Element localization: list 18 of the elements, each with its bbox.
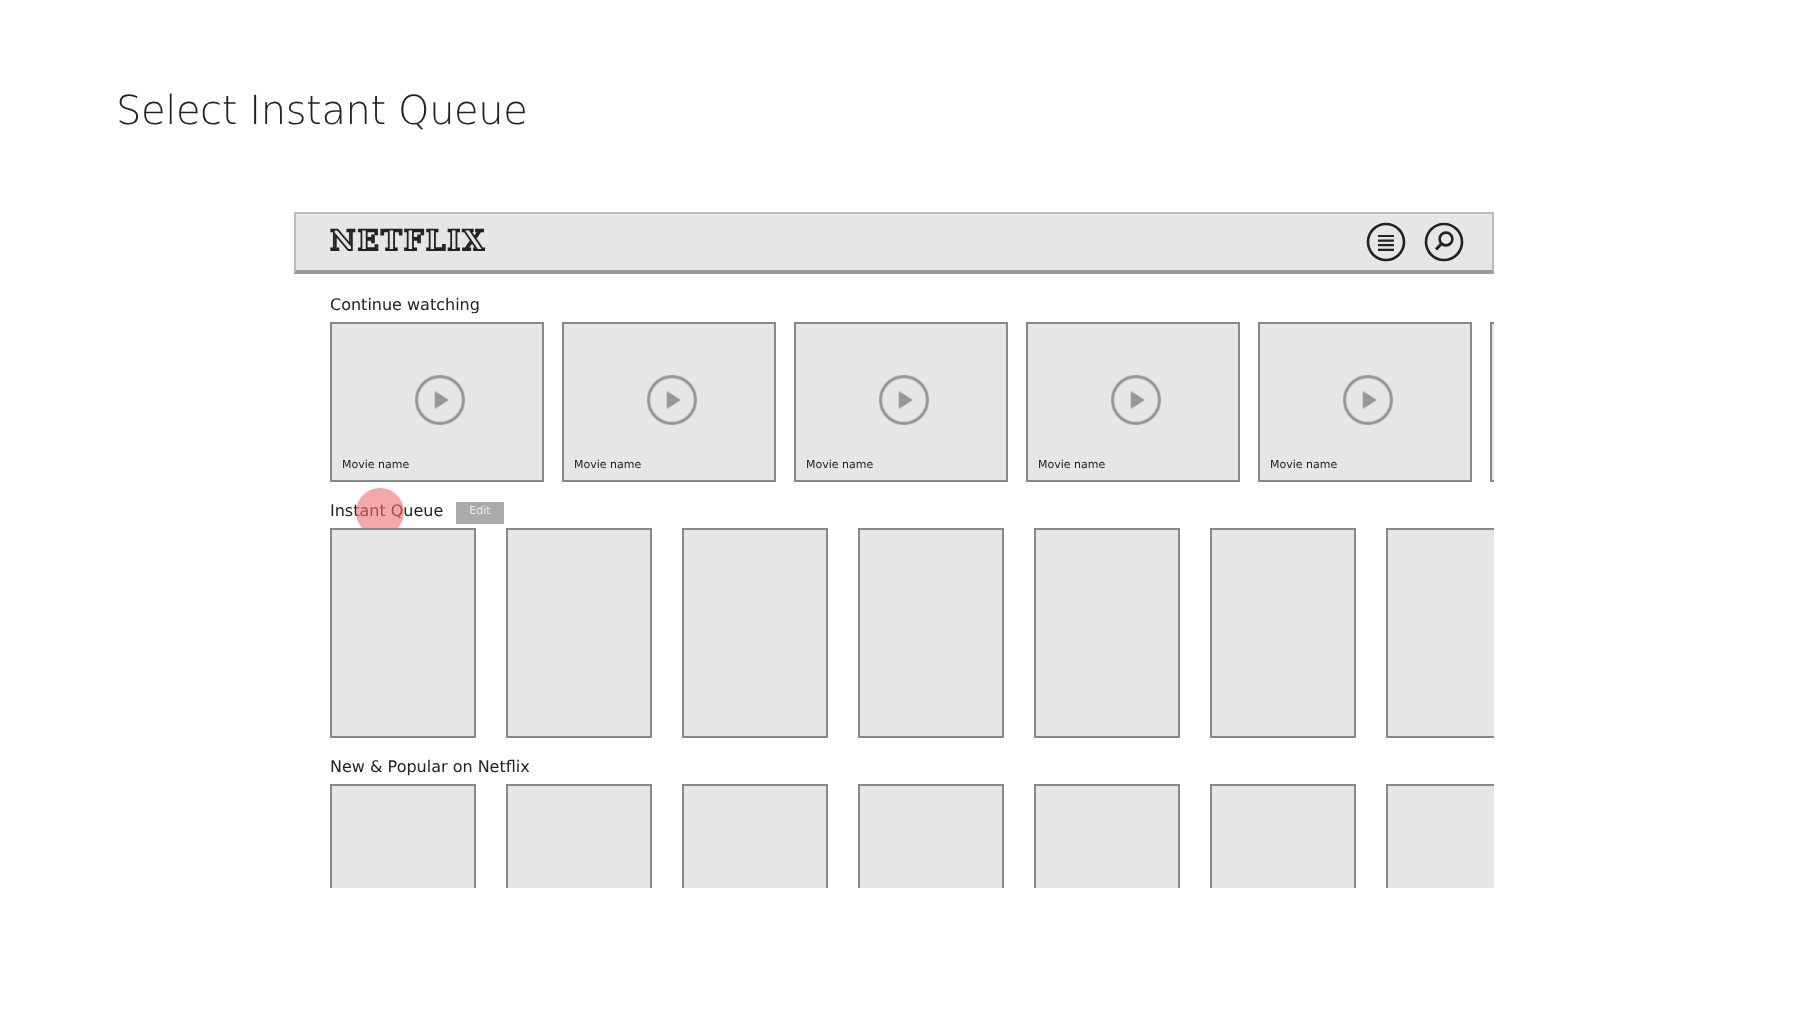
poster-tile[interactable] [858,528,1004,738]
play-icon [878,374,930,426]
slide-title: Select Instant Queue [114,84,530,138]
play-icon [1110,374,1162,426]
section-title: New & Popular on Netflix [330,758,530,778]
poster-tile[interactable] [1034,528,1180,738]
section-title: Continue watching [330,296,480,316]
list-icon[interactable] [1366,222,1406,262]
poster-tile[interactable] [1210,528,1356,738]
poster-tile[interactable] [1386,528,1494,738]
play-icon [414,374,466,426]
poster-tile[interactable] [682,528,828,738]
search-icon[interactable] [1424,222,1464,262]
poster-tile[interactable] [330,528,476,738]
play-icon [646,374,698,426]
logo: NETFLIX [330,228,487,256]
poster-tile[interactable] [506,528,652,738]
play-icon [1342,374,1394,426]
